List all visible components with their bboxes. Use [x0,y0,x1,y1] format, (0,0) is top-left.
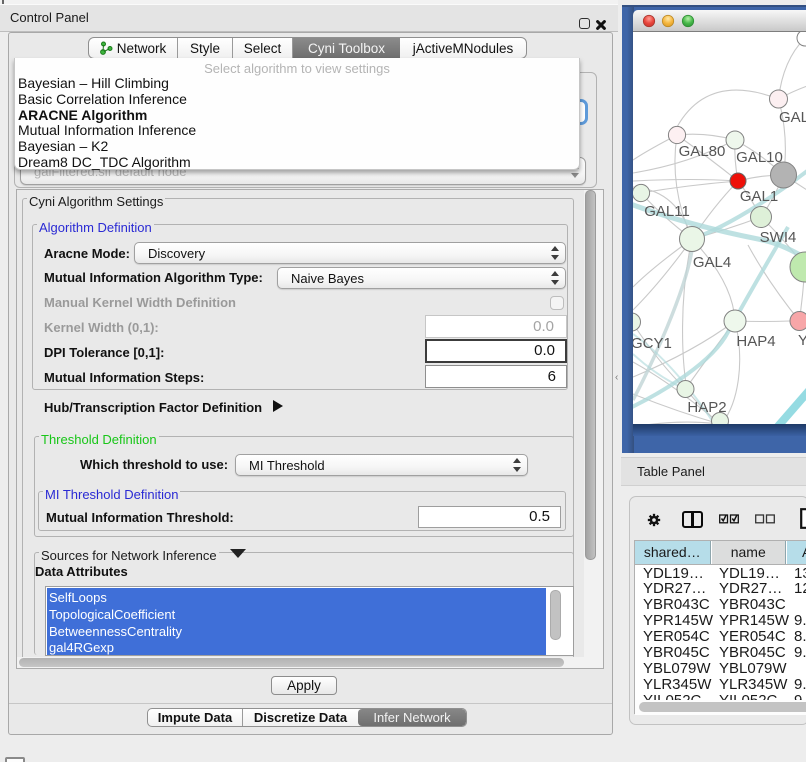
svg-text:YJL158C: YJL158C [798,332,806,349]
svg-text:GCY1: GCY1 [633,335,672,352]
svg-text:GAL11: GAL11 [644,203,690,220]
svg-text:GAL1: GAL1 [740,188,778,205]
svg-text:GAL4: GAL4 [693,254,731,271]
svg-text:SWI4: SWI4 [760,229,797,246]
svg-text:HAP4: HAP4 [736,333,775,350]
svg-text:GAL2: GAL2 [779,109,806,126]
svg-text:GAL10: GAL10 [736,149,783,166]
svg-text:GAL80: GAL80 [679,143,726,160]
svg-text:HAP2: HAP2 [687,399,726,416]
